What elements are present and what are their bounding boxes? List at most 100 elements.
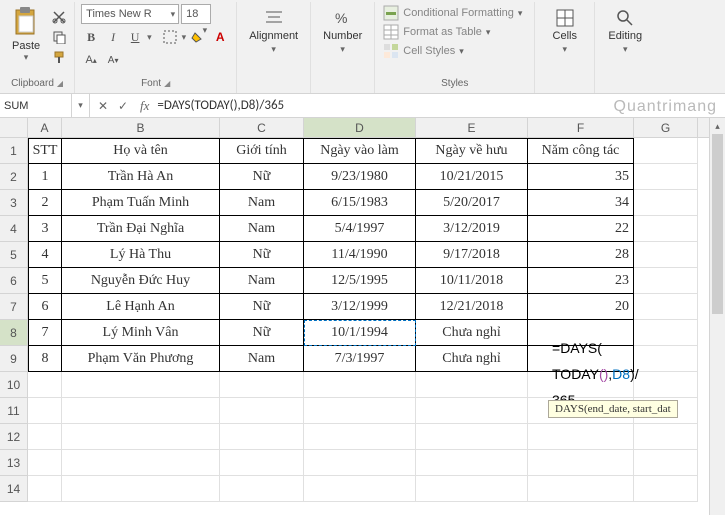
cell[interactable] [528, 450, 634, 476]
row-header[interactable]: 8 [0, 320, 28, 346]
font-name-select[interactable]: Times New R [81, 4, 179, 24]
cell[interactable] [634, 346, 698, 372]
row-header[interactable]: 13 [0, 450, 28, 476]
row-header[interactable]: 12 [0, 424, 28, 450]
cell[interactable] [304, 372, 416, 398]
col-header-B[interactable]: B [62, 118, 220, 137]
cell[interactable]: Lý Hà Thu [62, 242, 220, 268]
cell[interactable]: 34 [528, 190, 634, 216]
cell[interactable] [634, 216, 698, 242]
cell[interactable] [634, 138, 698, 164]
conditional-formatting-button[interactable]: Conditional Formatting▾ [381, 4, 524, 22]
font-color-button[interactable]: A [210, 27, 230, 47]
underline-button[interactable]: U [125, 27, 145, 47]
cell[interactable] [28, 424, 62, 450]
cell[interactable]: Chưa nghỉ [416, 320, 528, 346]
copy-button[interactable] [50, 28, 68, 46]
cell[interactable] [28, 476, 62, 502]
number-label[interactable]: Number [323, 30, 362, 42]
cell[interactable]: Nam [220, 216, 304, 242]
dialog-launcher-icon[interactable]: ◢ [164, 79, 170, 88]
enter-formula-button[interactable]: ✓ [114, 99, 132, 113]
cell[interactable]: 7 [28, 320, 62, 346]
cell[interactable]: 1 [28, 164, 62, 190]
cell[interactable] [416, 450, 528, 476]
cell[interactable]: Ngày vào làm [304, 138, 416, 164]
scroll-thumb[interactable] [712, 134, 723, 314]
cell-grid[interactable]: STT Họ và tên Giới tính Ngày vào làm Ngà… [28, 138, 698, 502]
cell[interactable] [528, 424, 634, 450]
cell[interactable] [28, 372, 62, 398]
row-header[interactable]: 5 [0, 242, 28, 268]
cell[interactable]: 2 [28, 190, 62, 216]
cell[interactable] [634, 164, 698, 190]
cell[interactable]: 3 [28, 216, 62, 242]
row-header[interactable]: 9 [0, 346, 28, 372]
cell[interactable]: 5/4/1997 [304, 216, 416, 242]
cell[interactable] [416, 424, 528, 450]
row-header[interactable]: 11 [0, 398, 28, 424]
cell[interactable]: Nữ [220, 164, 304, 190]
cell[interactable] [304, 398, 416, 424]
cell[interactable]: Họ và tên [62, 138, 220, 164]
cell[interactable]: Nữ [220, 294, 304, 320]
cell[interactable] [416, 372, 528, 398]
row-header[interactable]: 2 [0, 164, 28, 190]
select-all-corner[interactable] [0, 118, 28, 137]
cell[interactable] [528, 476, 634, 502]
paste-button[interactable]: Paste ▾ [6, 4, 46, 65]
cell[interactable]: Ngày về hưu [416, 138, 528, 164]
cell[interactable] [634, 242, 698, 268]
cell[interactable]: 8 [28, 346, 62, 372]
col-header-C[interactable]: C [220, 118, 304, 137]
cell[interactable]: 10/11/2018 [416, 268, 528, 294]
row-header[interactable]: 3 [0, 190, 28, 216]
cell[interactable] [634, 476, 698, 502]
cell[interactable]: Nam [220, 268, 304, 294]
cell[interactable] [634, 450, 698, 476]
scroll-up-icon[interactable]: ▴ [710, 118, 725, 134]
cell[interactable] [62, 450, 220, 476]
cell[interactable] [304, 476, 416, 502]
col-header-D[interactable]: D [304, 118, 416, 137]
bold-button[interactable]: B [81, 27, 101, 47]
cell[interactable] [634, 190, 698, 216]
cell[interactable] [220, 398, 304, 424]
cell[interactable]: Lý Minh Vân [62, 320, 220, 346]
cell[interactable]: 20 [528, 294, 634, 320]
cell[interactable] [220, 424, 304, 450]
cell[interactable] [220, 450, 304, 476]
cell[interactable]: 6/15/1983 [304, 190, 416, 216]
font-size-select[interactable]: 18 [181, 4, 211, 24]
cell[interactable] [62, 372, 220, 398]
cell[interactable] [634, 424, 698, 450]
cell[interactable] [634, 294, 698, 320]
row-header[interactable]: 10 [0, 372, 28, 398]
cell[interactable]: 12/5/1995 [304, 268, 416, 294]
cell[interactable]: 10/21/2015 [416, 164, 528, 190]
cell[interactable]: STT [28, 138, 62, 164]
cell[interactable]: 35 [528, 164, 634, 190]
cell[interactable] [634, 372, 698, 398]
fx-icon[interactable]: fx [136, 98, 153, 114]
format-table-button[interactable]: Format as Table▾ [381, 23, 492, 41]
italic-button[interactable]: I [103, 27, 123, 47]
cut-button[interactable] [50, 8, 68, 26]
col-header-A[interactable]: A [28, 118, 62, 137]
alignment-label[interactable]: Alignment [249, 30, 298, 42]
format-painter-button[interactable] [50, 48, 68, 66]
cell-styles-button[interactable]: Cell Styles▾ [381, 42, 466, 60]
cell[interactable]: Nữ [220, 242, 304, 268]
cell[interactable] [304, 450, 416, 476]
row-header[interactable]: 1 [0, 138, 28, 164]
cell[interactable] [28, 450, 62, 476]
cell[interactable]: 4 [28, 242, 62, 268]
cell[interactable]: Phạm Văn Phương [62, 346, 220, 372]
cell[interactable] [220, 476, 304, 502]
col-header-F[interactable]: F [528, 118, 634, 137]
cell[interactable]: Phạm Tuấn Minh [62, 190, 220, 216]
cell[interactable] [634, 268, 698, 294]
cells-label[interactable]: Cells [553, 30, 577, 42]
cell[interactable]: 9/17/2018 [416, 242, 528, 268]
shrink-font-button[interactable]: A▾ [103, 50, 123, 70]
